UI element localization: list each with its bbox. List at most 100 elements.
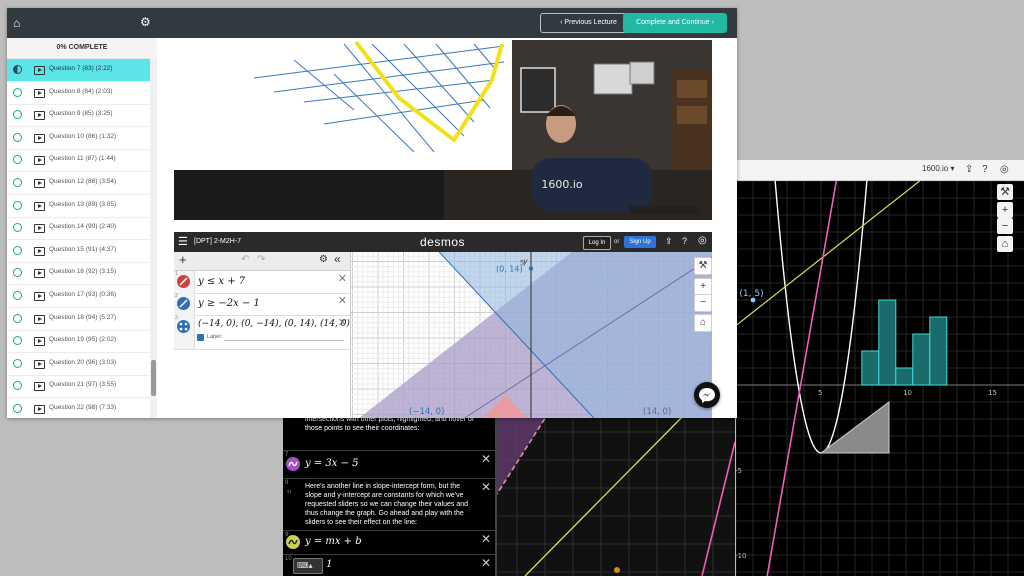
completion-circle-icon[interactable] [13,223,22,233]
video-lesson-icon [34,337,45,347]
completion-circle-icon[interactable] [13,313,22,323]
lesson-item[interactable]: Question 7 (83) (2:22) [7,59,150,82]
add-expression-icon[interactable]: + [179,252,187,267]
lesson-label: Question 11 (87) (1:44) [49,155,116,163]
collapse-list-icon[interactable]: « [334,252,341,266]
lesson-label: Question 7 (83) (2:22) [49,65,113,72]
menu-icon[interactable]: ☰ [178,235,188,248]
settings-icon[interactable]: ⚙ [319,254,328,265]
account-menu[interactable]: 1600.io ▾ [922,164,954,173]
video-lesson-icon [34,88,45,98]
zoom-in-button[interactable]: + [997,202,1013,218]
login-button[interactable]: Log In [583,236,611,250]
expression-row-3[interactable]: 3 (−14, 0), (0, −14), (0, 14), (14, 0) ✕… [174,315,350,350]
points-icon[interactable] [177,320,190,333]
messenger-chat-button[interactable] [694,382,720,408]
completion-circle-icon[interactable] [13,336,22,346]
help-icon[interactable]: ? [982,164,988,175]
expression-row-2[interactable]: 2 y ≥ −2x − 1 ✕ [174,293,350,316]
complete-continue-button[interactable]: Complete and Continue › [623,13,727,33]
gear-icon[interactable]: ⚙ [140,15,151,29]
video-lesson-icon [34,224,45,234]
lesson-item[interactable]: Question 9 (85) (3:25) [7,104,150,128]
expression-text[interactable]: y = 3x − 5 [305,458,359,469]
back-expression-row[interactable]: 9 y = mx + b ✕ [283,530,495,555]
completion-circle-icon[interactable] [13,87,22,97]
label-checkbox[interactable] [197,334,204,341]
undo-icon[interactable]: ↶ [241,254,249,265]
expression-row-1[interactable]: 1 y ≤ x + 7 ✕ [174,271,350,294]
share-icon[interactable]: ⇪ [965,164,973,175]
lesson-item[interactable]: Question 18 (94) (5:27) [7,308,150,331]
lesson-item[interactable]: Question 10 (86) (1:32) [7,127,150,150]
lesson-item[interactable]: Question 8 (84) (2:03) [7,82,150,105]
completion-circle-icon[interactable] [13,291,22,300]
lesson-item[interactable]: Question 20 (96) (3:03) [7,353,150,376]
delete-icon[interactable]: ✕ [338,272,347,285]
completion-circle-icon[interactable] [13,155,22,165]
inequality-icon[interactable] [177,297,190,310]
lesson-item[interactable]: Question 13 (89) (3:05) [7,195,150,218]
signup-button[interactable]: Sign Up [624,236,656,248]
globe-icon[interactable]: ◎ [698,235,707,246]
help-icon[interactable]: ? [682,236,687,246]
graph-icon[interactable] [286,535,300,549]
lesson-item[interactable]: Question 16 (92) (3:15) [7,262,150,286]
completion-circle-icon[interactable] [13,245,22,255]
desmos-graph-canvas[interactable]: y15105(0, 14)(−14, 0)(14, 0) [351,252,712,418]
lecture-video[interactable]: 1600.io [174,40,712,220]
share-icon[interactable]: ⇪ [665,236,673,247]
wrench-icon[interactable]: ⚒ [694,257,712,275]
completion-circle-icon[interactable] [13,110,22,120]
line-yellow [524,412,688,576]
wrench-icon[interactable]: ⚒ [997,184,1013,200]
lesson-item[interactable]: Question 21 (97) (3:55) [7,375,150,399]
inequality-icon[interactable] [177,275,190,288]
lesson-item[interactable]: Question 15 (91) (4:37) [7,240,150,263]
delete-icon[interactable]: ✕ [481,452,491,466]
completion-circle-icon[interactable] [13,200,22,210]
back-expression-row[interactable]: 10 b = 1 ✕ ⌨▴ [283,554,495,576]
lesson-item[interactable]: Question 12 (88) (3:54) [7,172,150,195]
home-icon[interactable]: ⌂ [13,16,20,30]
completion-circle-icon[interactable] [13,65,22,74]
home-icon[interactable]: ⌂ [694,314,712,332]
delete-icon[interactable]: ✕ [338,316,347,329]
expression-tab: 1 [174,271,195,293]
expression-text[interactable]: y ≥ −2x − 1 [198,298,260,309]
completion-circle-icon[interactable] [13,132,22,142]
lesson-item[interactable]: Question 19 (95) (2:02) [7,330,150,354]
back-note-row[interactable]: 8 “ Here's another line in slope-interce… [283,478,495,531]
completion-circle-icon[interactable] [13,381,22,391]
globe-icon[interactable]: ◎ [1000,164,1009,175]
lesson-item[interactable]: Question 22 (98) (7:33) [7,398,150,418]
sidebar-scroll-thumb[interactable] [151,360,156,396]
completion-circle-icon[interactable] [13,178,22,187]
label-input[interactable] [224,340,344,341]
back-expression-row[interactable]: 7 y = 3x − 5 ✕ [283,450,495,479]
expression-text[interactable]: y ≤ x + 7 [198,276,245,287]
lecture-content: 1600.io ☰ [DPT] 2-M2H-7 desmos Log In or… [157,38,737,418]
completion-circle-icon[interactable] [13,404,22,413]
slider-dot[interactable] [614,567,620,573]
line-pink [766,181,838,576]
back-graph-canvas[interactable] [497,412,735,576]
completion-circle-icon[interactable] [13,268,22,278]
delete-icon[interactable]: ✕ [338,294,347,307]
zoom-out-button[interactable]: − [997,218,1013,234]
lesson-item[interactable]: Question 11 (87) (1:44) [7,149,150,173]
graph-icon[interactable] [286,457,300,471]
keyboard-button[interactable]: ⌨▴ [293,558,323,574]
delete-icon[interactable]: ✕ [481,556,491,570]
redo-icon[interactable]: ↷ [257,254,265,265]
lesson-item[interactable]: Question 17 (93) (0:36) [7,285,150,308]
delete-icon[interactable]: ✕ [481,480,491,494]
home-icon[interactable]: ⌂ [997,236,1013,252]
completion-circle-icon[interactable] [13,358,22,368]
zoom-out-button[interactable]: − [694,294,712,312]
expression-text[interactable]: (−14, 0), (0, −14), (0, 14), (14, 0) [198,319,350,329]
expression-text[interactable]: y = mx + b [305,536,362,547]
delete-icon[interactable]: ✕ [481,532,491,546]
right-graph-canvas[interactable]: 5 10 15 -5 -10 (1, 5) [736,181,1024,576]
lesson-item[interactable]: Question 14 (90) (2:40) [7,217,150,241]
